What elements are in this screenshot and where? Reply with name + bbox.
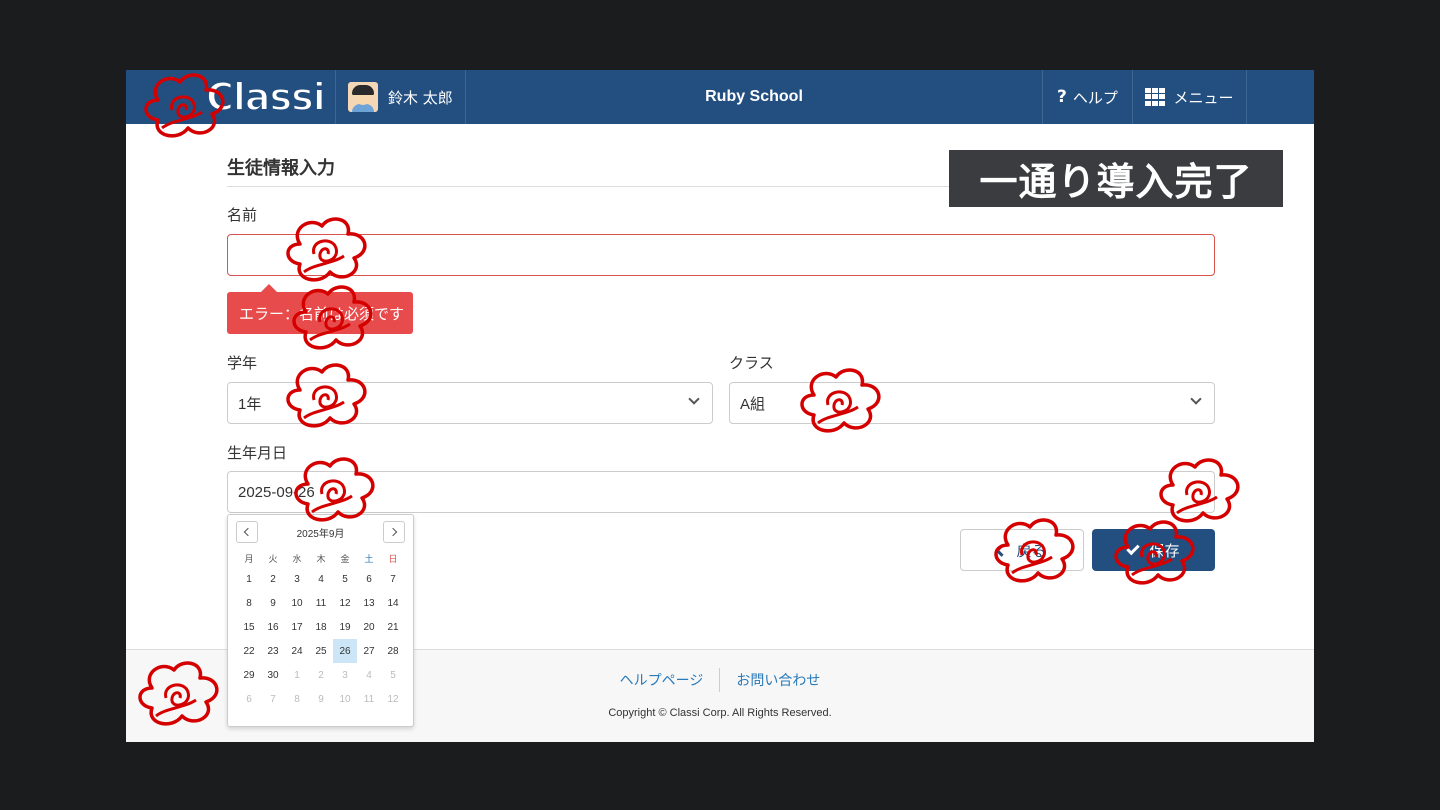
weekday-header: 土 <box>364 553 374 564</box>
calendar-day[interactable]: 2 <box>309 663 333 687</box>
contact-link[interactable]: お問い合わせ <box>719 668 836 692</box>
calendar-day[interactable]: 13 <box>357 591 381 615</box>
calendar-day[interactable]: 8 <box>237 591 261 615</box>
avatar <box>348 82 378 112</box>
calendar-day[interactable]: 5 <box>333 567 357 591</box>
page-title: 生徒情報入力 <box>227 158 335 179</box>
calendar-day[interactable]: 4 <box>309 567 333 591</box>
help-button[interactable]: ? ヘルプ <box>1042 70 1132 124</box>
scribble-mark <box>280 214 370 286</box>
datepicker-popup: 2025年9月 月火水木金土日 1 2 3 4 5 6 7 8 9 10 11 12 13 14 15 16 17… <box>227 514 414 727</box>
calendar-day[interactable]: 9 <box>261 591 285 615</box>
app-window: Classi 鈴木 太郎 Ruby School ? ヘルプ メニュー 生徒情報… <box>126 70 1314 742</box>
chevron-down-icon <box>1190 393 1202 405</box>
scribble-mark <box>288 454 378 526</box>
calendar-day[interactable]: 29 <box>237 663 261 687</box>
name-input[interactable] <box>227 234 1215 276</box>
calendar-day[interactable]: 6 <box>357 567 381 591</box>
class-label: クラス <box>729 354 774 372</box>
calendar-day[interactable]: 2 <box>261 567 285 591</box>
calendar-day[interactable]: 18 <box>309 615 333 639</box>
scribble-mark <box>988 515 1078 587</box>
calendar-day[interactable]: 10 <box>285 591 309 615</box>
calendar-day[interactable]: 3 <box>333 663 357 687</box>
calendar-day[interactable]: 21 <box>381 615 405 639</box>
calendar-day[interactable]: 16 <box>261 615 285 639</box>
calendar-day[interactable]: 8 <box>285 687 309 711</box>
calendar-day[interactable]: 7 <box>381 567 405 591</box>
weekday-header: 木 <box>316 553 326 564</box>
weekday-header: 金 <box>340 553 350 564</box>
calendar-day[interactable]: 27 <box>357 639 381 663</box>
calendar-day[interactable]: 1 <box>237 567 261 591</box>
calendar-day[interactable]: 11 <box>309 591 333 615</box>
calendar-day[interactable]: 22 <box>237 639 261 663</box>
menu-label: メニュー <box>1173 88 1234 107</box>
calendar-day[interactable]: 12 <box>333 591 357 615</box>
user-menu[interactable]: 鈴木 太郎 <box>336 70 466 124</box>
name-label: 名前 <box>227 206 258 224</box>
calendar-day[interactable]: 12 <box>381 687 405 711</box>
scribble-mark <box>280 360 370 432</box>
calendar-day[interactable]: 10 <box>333 687 357 711</box>
weekday-header: 水 <box>292 553 302 564</box>
calendar-day[interactable]: 14 <box>381 591 405 615</box>
scribble-mark <box>138 70 228 142</box>
school-name: Ruby School <box>705 88 803 105</box>
grid-icon <box>1145 88 1166 106</box>
calendar-day[interactable]: 7 <box>261 687 285 711</box>
calendar-day[interactable]: 4 <box>357 663 381 687</box>
calendar-day[interactable]: 6 <box>237 687 261 711</box>
menu-button[interactable]: メニュー <box>1132 70 1247 124</box>
grade-label: 学年 <box>227 354 258 372</box>
calendar-day[interactable]: 28 <box>381 639 405 663</box>
top-nav: Classi 鈴木 太郎 Ruby School ? ヘルプ メニュー <box>126 70 1314 124</box>
birthday-label: 生年月日 <box>227 444 288 462</box>
help-label: ヘルプ <box>1072 88 1118 107</box>
weekday-header: 月 <box>244 553 254 564</box>
class-value: A組 <box>740 395 766 413</box>
calendar-day[interactable]: 24 <box>285 639 309 663</box>
grade-value: 1年 <box>238 395 262 413</box>
calendar-day[interactable]: 25 <box>309 639 333 663</box>
help-page-link[interactable]: ヘルプページ <box>604 668 720 692</box>
calendar-day[interactable]: 20 <box>357 615 381 639</box>
calendar-day[interactable]: 5 <box>381 663 405 687</box>
calendar-day[interactable]: 23 <box>261 639 285 663</box>
scribble-mark <box>132 658 222 730</box>
calendar-day[interactable]: 11 <box>357 687 381 711</box>
scribble-mark <box>1108 517 1198 589</box>
completion-banner: 一通り導入完了 <box>949 150 1283 207</box>
weekday-header: 火 <box>268 553 278 564</box>
calendar-day[interactable]: 9 <box>309 687 333 711</box>
calendar-day[interactable]: 26 <box>333 639 357 663</box>
datepicker-grid: 月火水木金土日 1 2 3 4 5 6 7 8 9 10 11 12 13 14 15 16 17 18 19 20 21… <box>237 549 405 711</box>
weekday-header: 日 <box>388 553 398 564</box>
calendar-day[interactable]: 19 <box>333 615 357 639</box>
help-icon: ? <box>1057 87 1067 107</box>
calendar-day[interactable]: 3 <box>285 567 309 591</box>
calendar-day[interactable]: 15 <box>237 615 261 639</box>
calendar-day[interactable]: 1 <box>285 663 309 687</box>
scribble-mark <box>794 365 884 437</box>
chevron-down-icon <box>688 393 700 405</box>
scribble-mark <box>286 282 376 354</box>
user-name: 鈴木 太郎 <box>388 88 453 107</box>
next-month-button[interactable] <box>383 521 405 543</box>
calendar-day[interactable]: 17 <box>285 615 309 639</box>
calendar-day[interactable]: 30 <box>261 663 285 687</box>
